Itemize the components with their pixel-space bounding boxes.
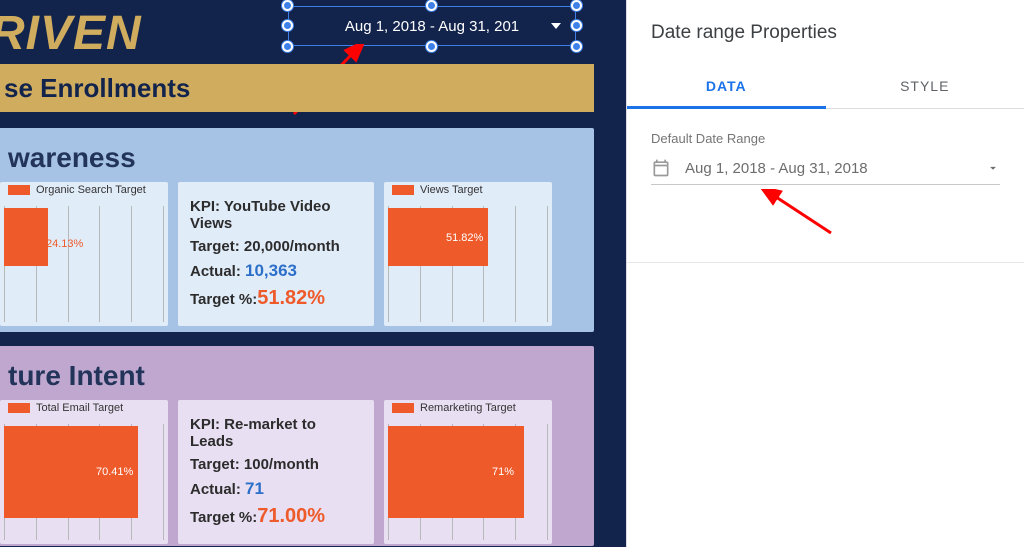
kpi-card-youtube[interactable]: KPI: YouTube Video Views Target: 20,000/… (178, 182, 374, 326)
section-awareness: wareness Organic Search Target 24.13% KP… (0, 128, 594, 332)
resize-handle[interactable] (571, 20, 582, 31)
date-range-text: Aug 1, 2018 - Aug 31, 201 (345, 18, 519, 35)
section-title: wareness (0, 128, 594, 182)
chart-value-label: 70.41% (96, 466, 133, 478)
kpi-pct: Target %:51.82% (190, 287, 362, 310)
section-body: Organic Search Target 24.13% KPI: YouTub… (0, 182, 594, 338)
date-range-control-selected[interactable]: Aug 1, 2018 - Aug 31, 201 (288, 6, 576, 46)
chart-views-target[interactable]: Views Target 51.82% (384, 182, 552, 326)
section-body: Total Email Target 70.41% KPI: Re-market… (0, 400, 594, 547)
legend-label: Total Email Target (36, 402, 123, 414)
kpi-target: Target: 100/month (190, 456, 362, 473)
resize-handle[interactable] (571, 0, 582, 11)
kpi-target: Target: 20,000/month (190, 238, 362, 255)
kpi-card-remarket[interactable]: KPI: Re-market to Leads Target: 100/mont… (178, 400, 374, 544)
chart-legend: Organic Search Target (8, 184, 146, 196)
section-title: ture Intent (0, 346, 594, 400)
legend-swatch-icon (392, 403, 414, 413)
chart-value-label: 71% (492, 466, 514, 478)
date-range-picker[interactable]: Aug 1, 2018 - Aug 31, 2018 (651, 158, 1000, 185)
resize-handle[interactable] (282, 0, 293, 11)
chart-legend: Total Email Target (8, 402, 123, 414)
chart-organic-search[interactable]: Organic Search Target 24.13% (0, 182, 168, 326)
brand-logo: RIVEN (0, 6, 142, 61)
panel-tabs: DATA STYLE (627, 64, 1024, 109)
page-title-bar: se Enrollments (0, 64, 594, 112)
kpi-title: KPI: Re-market to Leads (190, 416, 362, 450)
legend-label: Remarketing Target (420, 402, 516, 414)
page-title: se Enrollments (4, 73, 190, 104)
kpi-title: KPI: YouTube Video Views (190, 198, 362, 232)
chart-remarketing-target[interactable]: Remarketing Target 71% (384, 400, 552, 544)
annotation-arrow-icon (761, 189, 851, 239)
legend-label: Organic Search Target (36, 184, 146, 196)
date-range-control[interactable]: Aug 1, 2018 - Aug 31, 201 (288, 6, 576, 46)
tab-style[interactable]: STYLE (826, 64, 1024, 108)
field-label: Default Date Range (651, 131, 1000, 146)
chevron-down-icon (986, 161, 1000, 175)
calendar-icon (651, 158, 671, 178)
resize-handle[interactable] (571, 41, 582, 52)
legend-swatch-icon (392, 185, 414, 195)
resize-handle[interactable] (282, 20, 293, 31)
tab-data[interactable]: DATA (627, 64, 826, 109)
resize-handle[interactable] (426, 41, 437, 52)
legend-label: Views Target (420, 184, 483, 196)
report-canvas[interactable]: RIVEN Aug 1, 2018 - Aug 31, 201 se Enrol… (0, 0, 626, 547)
chart-bar (4, 208, 48, 266)
kpi-actual: Actual: 10,363 (190, 261, 362, 281)
app-root: RIVEN Aug 1, 2018 - Aug 31, 201 se Enrol… (0, 0, 1024, 547)
chart-value-label: 51.82% (446, 232, 483, 244)
kpi-actual: Actual: 71 (190, 479, 362, 499)
chart-email-target[interactable]: Total Email Target 70.41% (0, 400, 168, 544)
chart-value-label: 24.13% (46, 238, 83, 250)
date-range-value: Aug 1, 2018 - Aug 31, 2018 (685, 160, 972, 177)
default-date-range-field: Default Date Range Aug 1, 2018 - Aug 31,… (627, 109, 1024, 263)
section-intent: ture Intent Total Email Target 70.41% KP… (0, 346, 594, 546)
panel-title: Date range Properties (627, 0, 1024, 64)
resize-handle[interactable] (282, 41, 293, 52)
kpi-pct: Target %:71.00% (190, 505, 362, 528)
legend-swatch-icon (8, 403, 30, 413)
resize-handle[interactable] (426, 0, 437, 11)
legend-swatch-icon (8, 185, 30, 195)
chevron-down-icon (551, 23, 561, 29)
chart-legend: Remarketing Target (392, 402, 516, 414)
chart-legend: Views Target (392, 184, 483, 196)
properties-panel: Date range Properties DATA STYLE Default… (626, 0, 1024, 547)
